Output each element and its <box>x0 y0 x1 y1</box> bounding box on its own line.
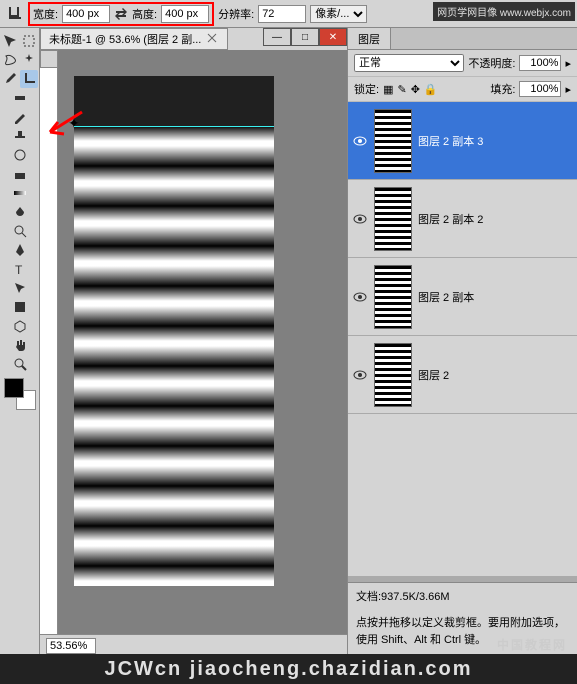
width-height-highlight: 宽度: 高度: <box>28 2 214 26</box>
opacity-label: 不透明度: <box>468 55 515 71</box>
status-bar <box>40 634 347 656</box>
path-select-icon[interactable] <box>11 279 29 297</box>
lock-label: 锁定: <box>354 81 379 97</box>
layers-tab[interactable]: 图层 <box>348 28 391 49</box>
eyedropper-tool-icon[interactable] <box>1 70 19 88</box>
layer-name[interactable]: 图层 2 副本 3 <box>418 133 483 149</box>
layer-list: 图层 2 副本 3 图层 2 副本 2 图层 2 副本 图层 2 <box>348 102 577 576</box>
wand-tool-icon[interactable] <box>20 51 38 69</box>
hand-tool-icon[interactable] <box>11 336 29 354</box>
layer-thumbnail[interactable] <box>374 265 412 329</box>
blend-mode-select[interactable]: 正常 <box>354 54 464 72</box>
blend-row: 正常 不透明度: ▸ <box>348 50 577 77</box>
dodge-tool-icon[interactable] <box>11 222 29 240</box>
window-buttons: — □ ✕ <box>263 28 347 50</box>
canvas[interactable]: ✦ <box>74 76 274 586</box>
opacity-input[interactable] <box>519 55 561 71</box>
lock-row: 锁定: ▦ ✎ ✥ 🔒 填充: ▸ <box>348 77 577 102</box>
layer-thumbnail[interactable] <box>374 109 412 173</box>
fill-input[interactable] <box>519 81 561 97</box>
stamp-tool-icon[interactable] <box>11 127 29 145</box>
lock-all-icon[interactable]: 🔒 <box>424 83 438 96</box>
crop-tool-icon[interactable] <box>4 4 24 24</box>
blur-tool-icon[interactable] <box>11 203 29 221</box>
history-brush-icon[interactable] <box>11 146 29 164</box>
visibility-icon[interactable] <box>352 133 368 149</box>
maximize-button[interactable]: □ <box>291 28 319 46</box>
layer-name[interactable]: 图层 2 副本 2 <box>418 211 483 227</box>
layers-panel: 图层 正常 不透明度: ▸ 锁定: ▦ ✎ ✥ 🔒 填充: ▸ 图层 2 副本 … <box>347 28 577 656</box>
canvas-image <box>74 126 274 586</box>
brush-tool-icon[interactable] <box>11 108 29 126</box>
toolbox: T <box>0 28 40 656</box>
layer-thumbnail[interactable] <box>374 343 412 407</box>
close-icon[interactable] <box>207 33 219 45</box>
chevron-right-icon[interactable]: ▸ <box>565 57 571 70</box>
crop-overlay[interactable]: ✦ <box>74 76 274 126</box>
doc-size-text: 文档:937.5K/3.66M <box>356 589 569 607</box>
marquee-tool-icon[interactable] <box>20 32 38 50</box>
svg-text:T: T <box>15 263 23 276</box>
visibility-icon[interactable] <box>352 211 368 227</box>
chevron-right-icon[interactable]: ▸ <box>565 83 571 96</box>
resolution-input[interactable] <box>258 5 306 23</box>
height-label: 高度: <box>132 6 157 22</box>
layer-item[interactable]: 图层 2 副本 3 <box>348 102 577 180</box>
pen-tool-icon[interactable] <box>11 241 29 259</box>
panel-tabs: 图层 <box>348 28 577 50</box>
resolution-label: 分辨率: <box>218 6 254 22</box>
layer-item[interactable]: 图层 2 副本 <box>348 258 577 336</box>
units-select[interactable]: 像素/... <box>310 5 367 23</box>
red-arrow-annotation <box>44 110 84 140</box>
3d-tool-icon[interactable] <box>11 317 29 335</box>
width-label: 宽度: <box>33 6 58 22</box>
fill-label: 填充: <box>490 81 515 97</box>
canvas-viewport[interactable]: ✦ <box>58 50 347 634</box>
watermark-en: JCWcn jiaocheng.chazidian.com <box>104 658 472 681</box>
visibility-icon[interactable] <box>352 289 368 305</box>
color-swatches[interactable] <box>4 378 36 410</box>
watermark-top: 网页学网目像 www.webjx.com <box>433 2 575 21</box>
watermark-cn: 中国教程网 <box>497 636 567 653</box>
lasso-tool-icon[interactable] <box>1 51 19 69</box>
visibility-icon[interactable] <box>352 367 368 383</box>
move-tool-icon[interactable] <box>1 32 19 50</box>
document-tabs: 未标题-1 @ 53.6% (图层 2 副... — □ ✕ <box>40 28 347 50</box>
document-area: 未标题-1 @ 53.6% (图层 2 副... — □ ✕ ✦ <box>40 28 347 656</box>
swap-icon[interactable] <box>114 7 128 21</box>
healing-tool-icon[interactable] <box>11 89 29 107</box>
layer-item[interactable]: 图层 2 副本 2 <box>348 180 577 258</box>
bottom-watermark: 中国教程网 JCWcn jiaocheng.chazidian.com <box>0 654 577 684</box>
ruler-corner <box>40 50 58 68</box>
canvas-wrap: ✦ <box>40 50 347 634</box>
fg-color-swatch[interactable] <box>4 378 24 398</box>
minimize-button[interactable]: — <box>263 28 291 46</box>
layer-name[interactable]: 图层 2 副本 <box>418 289 474 305</box>
crop-tool-icon-active[interactable] <box>20 70 38 88</box>
lock-brush-icon[interactable]: ✎ <box>397 83 406 96</box>
zoom-tool-icon[interactable] <box>11 355 29 373</box>
lock-transparency-icon[interactable]: ▦ <box>383 83 393 96</box>
width-input[interactable] <box>62 5 110 23</box>
layer-thumbnail[interactable] <box>374 187 412 251</box>
close-button[interactable]: ✕ <box>319 28 347 46</box>
type-tool-icon[interactable]: T <box>11 260 29 278</box>
lock-move-icon[interactable]: ✥ <box>411 83 420 96</box>
document-tab[interactable]: 未标题-1 @ 53.6% (图层 2 副... <box>40 28 228 50</box>
gradient-tool-icon[interactable] <box>11 184 29 202</box>
layer-name[interactable]: 图层 2 <box>418 367 449 383</box>
zoom-input[interactable] <box>46 638 96 654</box>
tab-title: 未标题-1 @ 53.6% (图层 2 副... <box>49 31 201 47</box>
layer-item[interactable]: 图层 2 <box>348 336 577 414</box>
height-input[interactable] <box>161 5 209 23</box>
eraser-tool-icon[interactable] <box>11 165 29 183</box>
shape-tool-icon[interactable] <box>11 298 29 316</box>
guide-line[interactable] <box>74 126 274 127</box>
